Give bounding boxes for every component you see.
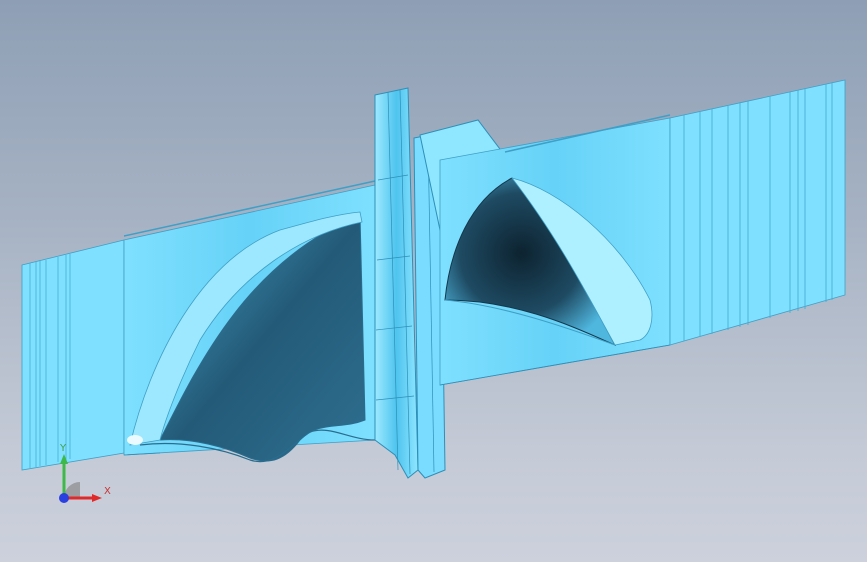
axis-triad: Y X (50, 440, 120, 510)
x-axis-label: X (104, 486, 111, 497)
left-end-plate (21, 239, 125, 471)
y-axis-label: Y (60, 443, 67, 454)
cad-3d-viewport[interactable]: Y X (0, 0, 867, 562)
right-end-plate (669, 79, 846, 346)
turbine-blade-model[interactable] (0, 0, 867, 562)
